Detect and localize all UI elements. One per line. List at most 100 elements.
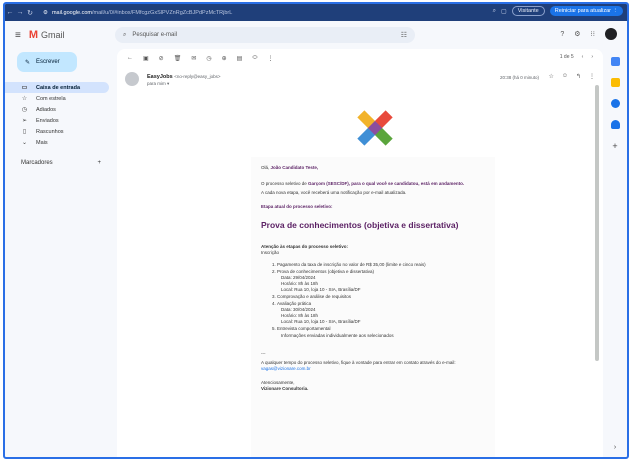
inbox-icon: ▭ — [21, 85, 28, 91]
menu-icon[interactable]: ≡ — [15, 30, 21, 41]
list-item: Entrevista comportamental Informações en… — [277, 326, 485, 338]
add-label-button[interactable]: + — [97, 160, 101, 166]
labels-header: Marcadores + — [5, 160, 101, 166]
compose-button[interactable]: ✎ Escrever — [17, 52, 77, 72]
chevron-right-icon[interactable]: › — [614, 444, 616, 451]
recipient-toggle[interactable]: para mim ▾ — [147, 81, 169, 87]
step-text: Pagamento da taxa de inscrição no valor … — [277, 261, 426, 267]
contact-line: A qualquer tempo do processo seletivo, f… — [261, 360, 485, 372]
divider-dashes: --- — [261, 350, 266, 356]
pager-text: 1 de 5 — [559, 54, 574, 60]
emoji-icon[interactable]: ☺ — [562, 73, 568, 80]
snooze-icon[interactable]: ◷ — [206, 55, 211, 62]
account-avatar[interactable] — [605, 28, 617, 40]
labels-title: Marcadores — [21, 160, 53, 166]
message-date: 20:38 (há 0 minuto) — [499, 75, 539, 80]
step-text: Comprovação e análise de requisitos — [277, 294, 352, 300]
contact-prefix: A qualquer tempo do processo seletivo, f… — [261, 359, 456, 365]
keep-icon[interactable] — [610, 78, 620, 87]
browser-toolbar: ← → ↻ ⚙ mail.google.com/mail/u/0/#inbox/… — [5, 4, 627, 21]
message-view: ← ▣ ⊘ 🗑 ✉ ◷ ⊕ ▤ ⬭ ⋮ 1 de 5 ‹ › EasyJobs … — [117, 49, 603, 457]
visitor-label: Visitante — [517, 8, 539, 14]
more-icon[interactable]: ⋮ — [267, 55, 273, 62]
intro-position: Garçom (SESC/DF), para o qual você se ca… — [308, 181, 465, 187]
email-body: Olá, João Candidato Teste, O processo se… — [251, 157, 495, 457]
list-item: Pagamento da taxa de inscrição no valor … — [277, 262, 485, 268]
intro-note: A cada nova etapa, você receberá uma not… — [261, 190, 407, 196]
clock-icon: ◷ — [21, 107, 28, 113]
settings-icon[interactable]: ⚙ — [574, 30, 580, 38]
search-input[interactable]: ⌕ Pesquisar e-mail ☷ — [115, 27, 415, 43]
label-icon[interactable]: ⬭ — [252, 55, 257, 62]
send-icon: ➢ — [21, 118, 28, 124]
message-toolbar: ← ▣ ⊘ 🗑 ✉ ◷ ⊕ ▤ ⬭ ⋮ 1 de 5 ‹ › — [117, 49, 603, 67]
next-icon[interactable]: › — [591, 54, 593, 60]
sender[interactable]: EasyJobs <no-reply@easy_jobs> — [147, 74, 221, 80]
sender-email: <no-reply@easy_jobs> — [174, 74, 221, 79]
back-arrow-icon[interactable]: ← — [127, 55, 133, 61]
list-item: Avaliação prática Data: 30/04/2024 Horár… — [277, 301, 485, 325]
sidebar-item-more[interactable]: ⌄ Mais — [5, 137, 109, 148]
mark-unread-icon[interactable]: ✉ — [191, 55, 196, 62]
site-info-icon[interactable]: ⚙ — [43, 10, 48, 16]
visitor-profile-button[interactable]: Visitante — [511, 6, 545, 16]
gmail-logo[interactable]: M Gmail — [29, 29, 65, 41]
sidebar-item-starred[interactable]: ☆ Com estrela — [5, 93, 109, 104]
contacts-icon[interactable] — [610, 120, 620, 129]
more-icon[interactable]: ⋮ — [589, 73, 595, 80]
report-spam-icon[interactable]: ⊘ — [159, 55, 164, 62]
sidebar-item-label: Com estrela — [36, 95, 66, 102]
steps-list: Pagamento da taxa de inscrição no valor … — [277, 262, 485, 339]
sidebar-item-label: Rascunhos — [36, 128, 64, 135]
forward-icon[interactable]: → — [15, 9, 25, 16]
calendar-icon[interactable] — [610, 57, 620, 66]
step-detail: Local: Rua 10, loja 10 - SIA, Brasília/D… — [281, 287, 361, 293]
tab-icon[interactable]: ▢ — [501, 8, 507, 15]
sidebar-item-drafts[interactable]: ▯ Rascunhos — [5, 126, 109, 137]
add-task-icon[interactable]: ⊕ — [222, 55, 227, 62]
reply-icon[interactable]: ↰ — [576, 73, 581, 80]
browser-window: ← → ↻ ⚙ mail.google.com/mail/u/0/#inbox/… — [3, 2, 629, 459]
filter-options-icon[interactable]: ☷ — [401, 31, 407, 39]
candidate-name: João Candidato Teste, — [270, 165, 319, 170]
back-icon[interactable]: ← — [5, 9, 15, 16]
list-item: Comprovação e análise de requisitos — [277, 294, 485, 300]
message-header: EasyJobs <no-reply@easy_jobs> para mim ▾… — [125, 72, 595, 90]
move-to-icon[interactable]: ▤ — [237, 55, 243, 62]
draft-icon: ▯ — [22, 129, 27, 135]
compose-label: Escrever — [36, 59, 60, 65]
gmail-header: ≡ M Gmail ⌕ Pesquisar e-mail ☷ ? ⚙ ⁝⁝ — [5, 21, 627, 49]
step-detail: Local: Rua 10, loja 10 - SIA, Brasília/D… — [281, 319, 361, 325]
sidebar: ✎ Escrever ▭ Caixa de entrada ☆ Com estr… — [5, 49, 117, 457]
star-icon[interactable]: ☆ — [548, 73, 553, 80]
sidebar-item-sent[interactable]: ➢ Enviados — [5, 115, 109, 126]
search-icon[interactable]: ⌕ — [493, 8, 496, 15]
restart-update-button[interactable]: Reiniciar para atualizar ⋮ — [549, 6, 623, 16]
intro-prefix: O processo seletivo de — [261, 181, 309, 187]
gmail-m-icon: M — [28, 29, 39, 41]
search-icon[interactable]: ⌕ — [123, 32, 126, 39]
scrollbar[interactable] — [595, 85, 599, 361]
help-icon[interactable]: ? — [560, 31, 564, 38]
prev-icon[interactable]: ‹ — [582, 54, 584, 60]
sidebar-item-label: Mais — [36, 139, 48, 146]
signature-company: Vizionare Consultoria. — [261, 385, 309, 391]
apps-grid-icon[interactable]: ⁝⁝ — [591, 30, 595, 38]
delete-icon[interactable]: 🗑 — [174, 55, 182, 62]
company-logo — [357, 110, 393, 146]
archive-icon[interactable]: ▣ — [143, 55, 149, 62]
tasks-icon[interactable] — [610, 99, 620, 108]
sidebar-item-snoozed[interactable]: ◷ Adiados — [5, 104, 109, 115]
add-addon-icon[interactable]: + — [612, 141, 617, 151]
pagination: 1 de 5 ‹ › — [560, 54, 593, 60]
update-label: Reiniciar para atualizar — [554, 8, 611, 14]
contact-email-link[interactable]: vagas@vizionare.com.br — [261, 366, 311, 371]
sidebar-item-inbox[interactable]: ▭ Caixa de entrada — [5, 82, 109, 93]
stage-title: Prova de conhecimentos (objetiva e disse… — [261, 220, 459, 231]
step-detail: Informações enviadas individualmente aos… — [281, 332, 394, 338]
sender-name: EasyJobs — [147, 74, 173, 80]
reload-icon[interactable]: ↻ — [25, 9, 35, 17]
sidebar-item-label: Enviados — [36, 117, 59, 124]
url-host: mail.google.com — [51, 9, 92, 16]
address-bar[interactable]: ⚙ mail.google.com/mail/u/0/#inbox/FMfcgz… — [43, 10, 232, 16]
